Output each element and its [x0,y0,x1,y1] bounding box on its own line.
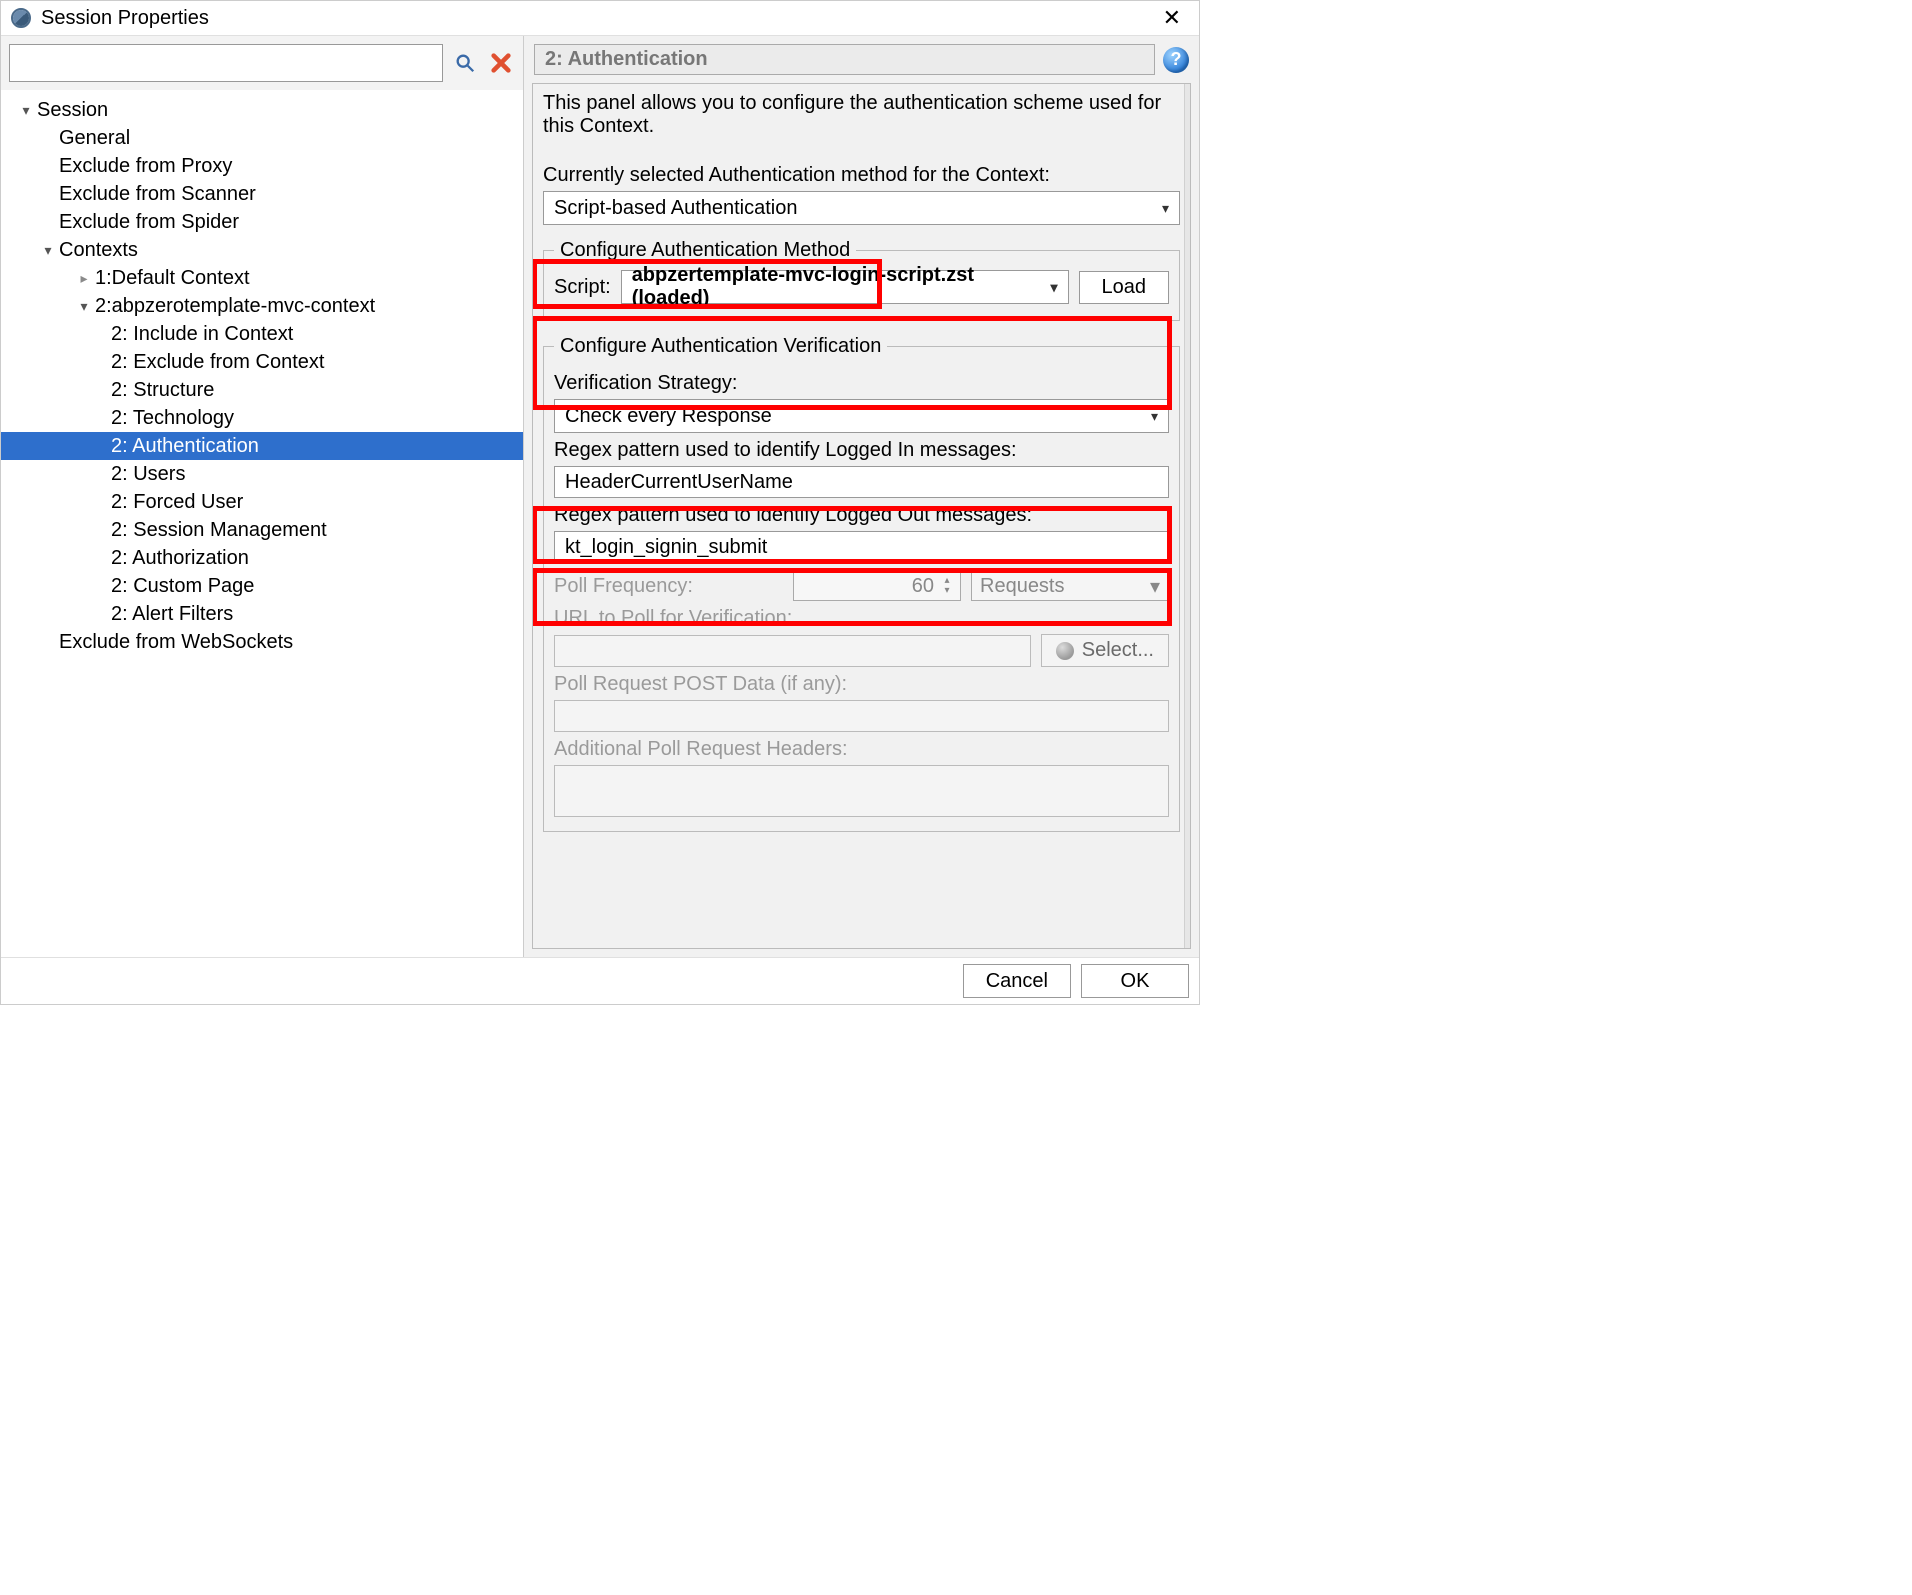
select-url-label: Select... [1082,639,1154,662]
chevron-down-icon: ▾ [1050,279,1057,296]
verification-strategy-select[interactable]: Check every Response ▾ [554,399,1169,433]
poll-frequency-spinner[interactable]: 60 ▴▾ [793,571,961,601]
tree-exclude-from-spider[interactable]: Exclude from Spider [1,208,523,236]
auth-method-label: Currently selected Authentication method… [543,164,1180,187]
left-panel: ▾Session General Exclude from Proxy Excl… [1,36,524,957]
tree-exclude-from-websockets[interactable]: Exclude from WebSockets [1,628,523,656]
tree-c2-custom-page[interactable]: 2: Custom Page [1,572,523,600]
poll-frequency-value: 60 [912,575,934,598]
tree-c2-session-management[interactable]: 2: Session Management [1,516,523,544]
spinner-arrows-icon: ▴▾ [938,574,956,598]
url-to-poll-input [554,635,1031,667]
search-row [1,36,523,90]
panel-body: This panel allows you to configure the a… [532,83,1191,949]
configure-auth-method-group: Configure Authentication Method Script: … [543,239,1180,321]
select-url-button[interactable]: Select... [1041,634,1169,667]
panel-description: This panel allows you to configure the a… [543,92,1180,138]
load-button[interactable]: Load [1079,271,1170,304]
configure-verification-legend: Configure Authentication Verification [554,335,887,358]
right-panel: 2: Authentication ? This panel allows yo… [524,36,1199,957]
configure-auth-method-legend: Configure Authentication Method [554,239,856,262]
tree-c2-authorization[interactable]: 2: Authorization [1,544,523,572]
tree-exclude-from-proxy[interactable]: Exclude from Proxy [1,152,523,180]
app-icon [11,8,31,28]
additional-headers-input [554,765,1169,817]
logged-in-regex-input[interactable] [554,466,1169,498]
chevron-down-icon: ▾ [1162,200,1169,217]
script-select[interactable]: abpzertemplate-mvc-login-script.zst (loa… [621,270,1069,304]
tree-default-context[interactable]: ▸1:Default Context [1,264,523,292]
verification-strategy-label: Verification Strategy: [554,372,1169,395]
nav-tree: ▾Session General Exclude from Proxy Excl… [1,90,523,957]
tree-c2-alert-filters[interactable]: 2: Alert Filters [1,600,523,628]
tree-general[interactable]: General [1,124,523,152]
panel-header: 2: Authentication ? [524,36,1199,83]
window-title: Session Properties [41,7,209,30]
tree-c2-technology[interactable]: 2: Technology [1,404,523,432]
logged-out-regex-label: Regex pattern used to identify Logged Ou… [554,504,1169,527]
breadcrumb: 2: Authentication [534,44,1155,75]
chevron-down-icon: ▾ [1151,408,1158,425]
globe-icon [1056,642,1074,660]
cancel-button[interactable]: Cancel [963,964,1071,998]
post-data-label: Poll Request POST Data (if any): [554,673,1169,696]
titlebar: Session Properties ✕ [1,1,1199,35]
search-icon[interactable] [451,49,479,77]
tree-c2-authentication[interactable]: 2: Authentication [1,432,523,460]
scrollbar[interactable] [1184,84,1190,948]
tree-session[interactable]: ▾Session [1,96,523,124]
url-to-poll-label: URL to Poll for Verification: [554,607,1169,630]
logged-in-regex-label: Regex pattern used to identify Logged In… [554,439,1169,462]
auth-method-value: Script-based Authentication [554,197,798,220]
poll-frequency-label: Poll Frequency: [554,575,783,598]
tree-contexts[interactable]: ▾Contexts [1,236,523,264]
verification-strategy-value: Check every Response [565,405,772,428]
tree-exclude-from-scanner[interactable]: Exclude from Scanner [1,180,523,208]
tree-c2-users[interactable]: 2: Users [1,460,523,488]
configure-verification-group: Configure Authentication Verification Ve… [543,335,1180,832]
script-label: Script: [554,276,611,299]
search-input[interactable] [9,44,443,82]
post-data-input [554,700,1169,732]
tree-c2-forced-user[interactable]: 2: Forced User [1,488,523,516]
poll-unit-value: Requests [980,575,1065,598]
tree-context-2[interactable]: ▾2:abpzerotemplate-mvc-context [1,292,523,320]
tree-c2-include[interactable]: 2: Include in Context [1,320,523,348]
ok-button[interactable]: OK [1081,964,1189,998]
auth-method-select[interactable]: Script-based Authentication ▾ [543,191,1180,225]
session-properties-dialog: Session Properties ✕ ▾Session General Ex… [0,0,1200,1005]
close-button[interactable]: ✕ [1155,5,1189,31]
chevron-down-icon: ▾ [1150,574,1160,599]
dialog-footer: Cancel OK [1,957,1199,1004]
tree-c2-structure[interactable]: 2: Structure [1,376,523,404]
help-icon[interactable]: ? [1163,47,1189,73]
tree-c2-exclude[interactable]: 2: Exclude from Context [1,348,523,376]
clear-icon[interactable] [487,49,515,77]
additional-headers-label: Additional Poll Request Headers: [554,738,1169,761]
script-value: abpzertemplate-mvc-login-script.zst (loa… [632,264,1051,310]
poll-unit-select[interactable]: Requests ▾ [971,571,1169,601]
logged-out-regex-input[interactable] [554,531,1169,563]
